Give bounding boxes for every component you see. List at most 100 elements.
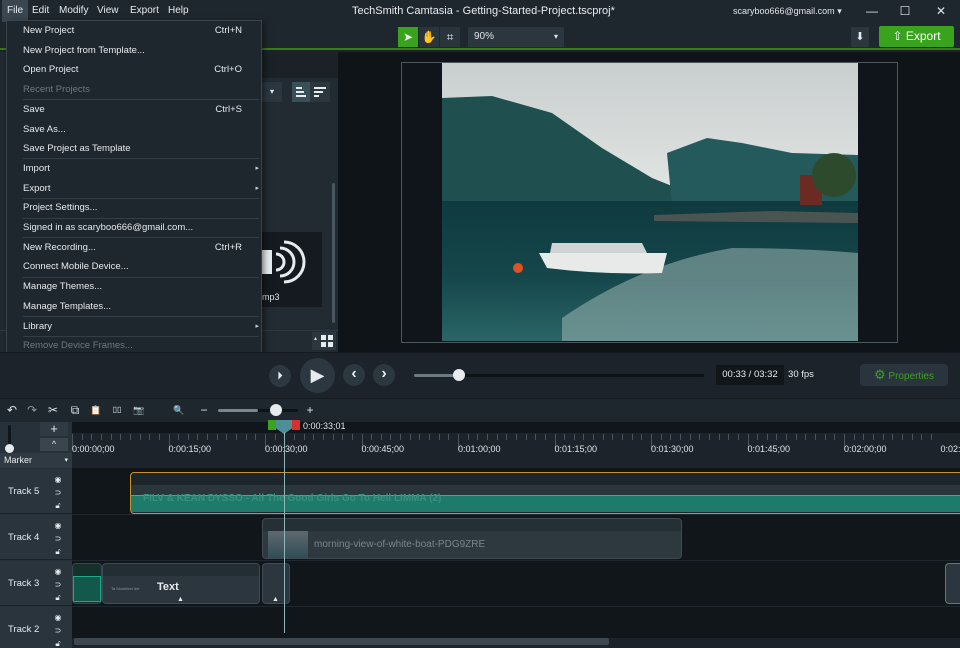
play-button[interactable]: ▶ bbox=[300, 358, 335, 393]
sort-order-button[interactable] bbox=[310, 82, 330, 102]
lock-icon[interactable]: 🔓︎ bbox=[52, 639, 64, 648]
ruler-selection-band[interactable] bbox=[72, 422, 960, 433]
copy-button[interactable]: ⧉ bbox=[66, 401, 84, 419]
track-header[interactable]: Track 5 ◉ ⊃ 🔓︎ bbox=[0, 469, 72, 514]
image-clip[interactable]: morning-view-of-white-boat-PDG9ZRE bbox=[262, 518, 682, 559]
minimize-button[interactable]: — bbox=[858, 0, 886, 22]
ruler-tick bbox=[351, 434, 353, 440]
eye-icon[interactable]: ◉ bbox=[52, 475, 64, 485]
maximize-button[interactable]: ☐ bbox=[891, 0, 919, 22]
magnet-icon[interactable]: ⊃ bbox=[52, 488, 64, 498]
file-menu-item[interactable]: Signed in as scaryboo666@gmail.com... bbox=[23, 218, 259, 237]
text-clip-2[interactable]: ▲ bbox=[262, 563, 290, 604]
select-tool-button[interactable]: ➤ bbox=[398, 27, 418, 47]
lock-icon[interactable]: 🔓︎ bbox=[52, 501, 64, 511]
file-menu-item[interactable]: Open Project Ctrl+O bbox=[23, 60, 259, 79]
menu-file[interactable]: File bbox=[2, 0, 29, 22]
text-clip-3[interactable] bbox=[945, 563, 960, 604]
account-menu[interactable]: scaryboo666@gmail.com ▾ bbox=[733, 0, 842, 22]
grid-view-button[interactable]: ▴ bbox=[312, 332, 336, 350]
file-menu-item[interactable]: Export ▸ bbox=[23, 179, 259, 198]
track-height-slider[interactable] bbox=[5, 425, 14, 453]
export-button[interactable]: ⇧ Export bbox=[879, 26, 954, 47]
file-menu-item[interactable]: Save Ctrl+S bbox=[23, 100, 259, 119]
file-menu-item[interactable]: Manage Themes... bbox=[23, 277, 259, 296]
previous-button[interactable]: ‹ bbox=[343, 364, 365, 386]
redo-button[interactable]: ↷ bbox=[23, 401, 41, 419]
timeline-zoom-handle[interactable] bbox=[270, 404, 282, 416]
snapshot-button[interactable]: 📷 bbox=[130, 401, 148, 419]
zoom-in-button[interactable]: + bbox=[301, 401, 319, 419]
sort-dropdown[interactable]: ▾ bbox=[262, 82, 282, 102]
magnet-icon[interactable]: ⊃ bbox=[52, 534, 64, 544]
timeline-search-button[interactable]: 🔍 bbox=[170, 401, 188, 419]
playhead-time: 0:00:33;01 bbox=[303, 421, 346, 431]
cursor-icon: ➤ bbox=[402, 30, 414, 44]
file-menu-item[interactable]: New Project from Template... bbox=[23, 41, 259, 60]
eye-icon[interactable]: ◉ bbox=[52, 567, 64, 577]
text-clip[interactable]: Ta Montelrel der Text ▲ bbox=[102, 563, 260, 604]
file-menu-item[interactable]: Library ▸ bbox=[23, 317, 259, 336]
zoom-out-button[interactable]: − bbox=[195, 401, 213, 419]
file-menu-item[interactable]: New Project Ctrl+N bbox=[23, 21, 259, 40]
track-header[interactable]: Track 2 ◉ ⊃ 🔓︎ bbox=[0, 607, 72, 648]
ruler-tick bbox=[872, 434, 874, 440]
menu-edit[interactable]: Edit bbox=[27, 0, 54, 22]
lock-icon[interactable]: 🔓︎ bbox=[52, 547, 64, 557]
selection-start-handle[interactable] bbox=[268, 420, 276, 430]
file-menu-item[interactable]: Save As... bbox=[23, 120, 259, 139]
audio-clip[interactable]: FILV & KEAN DYSSO - All The Good Girls G… bbox=[130, 472, 960, 514]
add-track-button[interactable]: + bbox=[40, 422, 68, 436]
crop-tool-button[interactable]: ⌗ bbox=[440, 27, 460, 47]
magnet-icon[interactable]: ⊃ bbox=[52, 626, 64, 636]
selection-end-handle[interactable] bbox=[292, 420, 300, 430]
canvas-zoom-select[interactable]: 90% ▾ bbox=[468, 27, 564, 47]
file-menu-item[interactable]: New Recording... Ctrl+R bbox=[23, 238, 259, 257]
fps-display: 30 fps bbox=[784, 365, 818, 385]
cut-button[interactable]: ✂ bbox=[44, 401, 62, 419]
magnet-icon[interactable]: ⊃ bbox=[52, 580, 64, 590]
track-height-handle[interactable] bbox=[5, 444, 14, 453]
file-menu-item[interactable]: Connect Mobile Device... bbox=[23, 257, 259, 276]
menu-modify[interactable]: Modify bbox=[54, 0, 93, 22]
marker-track-header[interactable]: Marker ▾ bbox=[0, 453, 72, 468]
menu-export[interactable]: Export bbox=[125, 0, 164, 22]
undo-button[interactable]: ↶ bbox=[3, 401, 21, 419]
close-button[interactable]: ✕ bbox=[927, 0, 955, 22]
speaker-icon bbox=[262, 240, 306, 284]
properties-button[interactable]: ⚙ Properties bbox=[860, 364, 948, 386]
ruler-tick bbox=[882, 434, 884, 440]
download-button[interactable]: ⬇ bbox=[851, 27, 869, 47]
file-menu-item-label: Save As... bbox=[23, 123, 66, 135]
split-button[interactable]: ▯▯ bbox=[108, 401, 126, 419]
lock-icon[interactable]: 🔓︎ bbox=[52, 593, 64, 603]
magnifier-icon: 🔍 bbox=[173, 405, 185, 415]
menu-view[interactable]: View bbox=[92, 0, 124, 22]
ruler-tick bbox=[303, 434, 305, 440]
file-menu-item[interactable]: Project Settings... bbox=[23, 198, 259, 217]
eye-icon[interactable]: ◉ bbox=[52, 521, 64, 531]
file-menu-item[interactable]: Import ▸ bbox=[23, 159, 259, 178]
pan-tool-button[interactable]: ✋ bbox=[419, 27, 439, 47]
collapse-tracks-button[interactable]: ^ bbox=[40, 438, 68, 451]
track-header[interactable]: Track 3 ◉ ⊃ 🔓︎ bbox=[0, 561, 72, 606]
file-menu-item-label: New Project from Template... bbox=[23, 44, 145, 56]
crop-icon: ⌗ bbox=[446, 30, 454, 44]
eye-icon[interactable]: ◉ bbox=[52, 613, 64, 623]
paste-button[interactable]: 📋 bbox=[87, 401, 105, 419]
timeline-hscroll-thumb[interactable] bbox=[74, 638, 609, 645]
menu-help[interactable]: Help bbox=[163, 0, 194, 22]
track-header[interactable]: Track 4 ◉ ⊃ 🔓︎ bbox=[0, 515, 72, 560]
preview-image[interactable] bbox=[442, 63, 858, 341]
ruler-tick bbox=[390, 434, 392, 440]
details-view-button[interactable] bbox=[292, 82, 310, 102]
redo-icon: ↷ bbox=[26, 403, 38, 417]
transition-clip[interactable] bbox=[72, 563, 102, 604]
timecode-display: 00:33 / 03:32 bbox=[716, 365, 784, 385]
step-forward-button[interactable]: ⏵ bbox=[269, 365, 291, 387]
media-bin-scrollbar[interactable] bbox=[332, 183, 335, 323]
file-menu-item[interactable]: Save Project as Template bbox=[23, 139, 259, 158]
ruler-tick bbox=[515, 434, 517, 440]
next-button[interactable]: › bbox=[373, 364, 395, 386]
file-menu-item[interactable]: Manage Templates... bbox=[23, 297, 259, 316]
